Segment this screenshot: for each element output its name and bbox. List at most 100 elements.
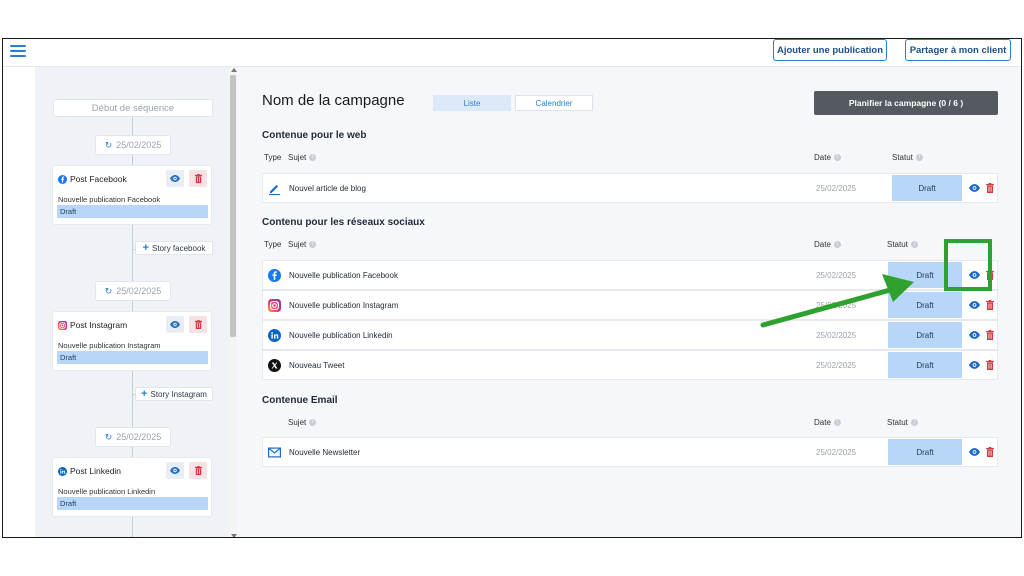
table-row[interactable]: Nouvelle publication Linkedin 25/02/2025… [262, 320, 998, 350]
info-icon: i [915, 154, 923, 161]
eye-icon [170, 321, 180, 328]
sidebar-scrollbar[interactable] [229, 67, 237, 537]
facebook-icon [58, 174, 67, 184]
app-window: Ajouter une publication Partager à mon c… [2, 38, 1022, 538]
calendar-icon: ↻ [104, 431, 113, 442]
eye-icon [170, 467, 180, 474]
trash-icon[interactable] [984, 268, 996, 282]
post-title: Post Linkedin [70, 466, 122, 476]
trash-icon [194, 320, 202, 329]
table-row[interactable]: Nouvel article de blog 25/02/2025 Draft [262, 173, 998, 203]
add-story-instagram-button[interactable]: + Story Instagram [135, 387, 213, 401]
instagram-icon [267, 298, 281, 312]
pencil-icon [267, 181, 281, 195]
info-icon: i [309, 419, 317, 426]
plan-campaign-button[interactable]: Planifier la campagne (0 / 6 ) [814, 91, 998, 115]
eye-icon [170, 175, 180, 182]
trash-icon [194, 466, 202, 475]
menu-icon[interactable] [10, 44, 26, 58]
sequence-date[interactable]: ↻ 25/02/2025 [95, 281, 171, 301]
post-title: Post Facebook [70, 174, 127, 184]
status-badge: Draft [57, 497, 208, 510]
section-title-email: Contenue Email [262, 395, 338, 406]
column-subject: Sujet i [288, 153, 317, 162]
delete-button[interactable] [189, 316, 207, 333]
delete-button[interactable] [189, 462, 207, 479]
eye-icon[interactable] [967, 445, 981, 459]
info-icon: i [833, 419, 841, 426]
status-badge[interactable]: Draft [892, 175, 962, 201]
column-subject: Sujet i [288, 240, 317, 249]
table-row[interactable]: Nouvelle publication Facebook 25/02/2025… [262, 260, 998, 290]
status-badge[interactable]: Draft [888, 322, 962, 348]
status-badge: Draft [57, 351, 208, 364]
status-badge[interactable]: Draft [888, 352, 962, 378]
info-icon: i [910, 241, 918, 248]
tab-list[interactable]: Liste [433, 95, 511, 111]
trash-icon[interactable] [984, 298, 996, 312]
eye-icon[interactable] [967, 298, 981, 312]
add-publication-button[interactable]: Ajouter une publication [773, 39, 887, 61]
linkedin-icon [58, 466, 67, 476]
column-type: Type [264, 153, 282, 162]
column-date: Date i [814, 240, 841, 249]
main-content: Nom de la campagne Liste Calendrier Plan… [237, 67, 1021, 537]
tab-calendar[interactable]: Calendrier [515, 95, 593, 111]
post-card-linkedin[interactable]: Post Linkedin Nouvelle publication Linke… [52, 457, 212, 517]
x-icon [267, 358, 281, 372]
eye-icon[interactable] [967, 268, 981, 282]
section-title-web: Contenue pour le web [262, 130, 367, 141]
status-badge[interactable]: Draft [888, 292, 962, 318]
scrollbar-thumb[interactable] [230, 75, 236, 337]
instagram-icon [58, 320, 67, 330]
status-badge[interactable]: Draft [888, 439, 962, 465]
table-row[interactable]: Nouveau Tweet 25/02/2025 Draft [262, 350, 998, 380]
status-badge[interactable]: Draft [888, 262, 962, 288]
sequence-sidebar: Début de séquence ↻ 25/02/2025 Post Face… [35, 67, 231, 537]
mail-icon [267, 445, 281, 459]
calendar-icon: ↻ [104, 285, 113, 296]
column-subject: Sujet i [288, 418, 317, 427]
sequence-date[interactable]: ↻ 25/02/2025 [95, 135, 171, 155]
column-type: Type [264, 240, 282, 249]
status-badge: Draft [57, 205, 208, 218]
view-button[interactable] [166, 462, 184, 479]
trash-icon[interactable] [984, 328, 996, 342]
delete-button[interactable] [189, 170, 207, 187]
table-row[interactable]: Nouvelle publication Instagram 25/02/202… [262, 290, 998, 320]
trash-icon[interactable] [984, 445, 996, 459]
info-icon: i [833, 154, 841, 161]
top-bar: Ajouter une publication Partager à mon c… [3, 39, 1021, 67]
eye-icon[interactable] [967, 328, 981, 342]
table-row[interactable]: Nouvelle Newsletter 25/02/2025 Draft [262, 437, 998, 467]
post-card-instagram[interactable]: Post Instagram Nouvelle publication Inst… [52, 311, 212, 371]
trash-icon [194, 174, 202, 183]
column-status: Statut i [887, 240, 918, 249]
column-status: Statut i [887, 418, 918, 427]
eye-icon[interactable] [967, 358, 981, 372]
info-icon: i [309, 241, 317, 248]
view-button[interactable] [166, 170, 184, 187]
view-button[interactable] [166, 316, 184, 333]
sequence-start: Début de séquence [53, 99, 213, 117]
calendar-icon: ↻ [104, 139, 113, 150]
post-subtitle: Nouvelle publication Instagram [58, 341, 161, 350]
trash-icon[interactable] [984, 181, 996, 195]
column-status: Statut i [892, 153, 923, 162]
trash-icon[interactable] [984, 358, 996, 372]
post-title: Post Instagram [70, 320, 128, 330]
section-title-social: Contenu pour les réseaux sociaux [262, 217, 425, 228]
info-icon: i [309, 154, 317, 161]
sequence-date[interactable]: ↻ 25/02/2025 [95, 427, 171, 447]
facebook-icon [267, 268, 281, 282]
add-story-facebook-button[interactable]: + Story facebook [135, 241, 213, 255]
page-title: Nom de la campagne [262, 92, 405, 109]
info-icon: i [833, 241, 841, 248]
eye-icon[interactable] [967, 181, 981, 195]
post-card-facebook[interactable]: Post Facebook Nouvelle publication Faceb… [52, 165, 212, 225]
info-icon: i [910, 419, 918, 426]
column-date: Date i [814, 418, 841, 427]
post-subtitle: Nouvelle publication Linkedin [58, 487, 156, 496]
post-subtitle: Nouvelle publication Facebook [58, 195, 161, 204]
share-client-button[interactable]: Partager à mon client [905, 39, 1011, 61]
